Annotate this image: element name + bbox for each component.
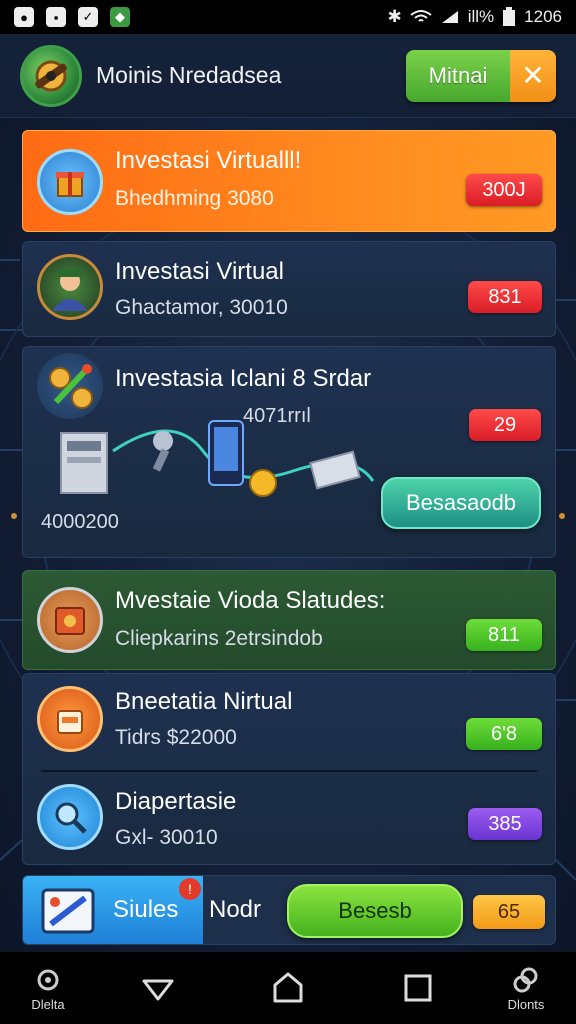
nav-right-label: Dlonts: [507, 996, 545, 1012]
game-notification-icon: ◆: [110, 7, 130, 27]
tools-icon: [41, 888, 95, 934]
mitnai-button-group: Mitnai ✕: [406, 49, 556, 102]
notification-badge: !: [179, 878, 201, 900]
magnifier-icon: [37, 784, 103, 850]
bottom-action-bar: Siules ! Nodr Besesb 65: [22, 875, 556, 945]
logo-coin-icon: [35, 60, 67, 91]
card-title: Investasi Virtualll!: [115, 147, 302, 174]
coins-icon: [37, 353, 103, 419]
signal-icon: [441, 11, 458, 23]
card-left-value: 4000200: [41, 511, 119, 533]
battery-percent: ill%: [467, 7, 495, 26]
nodr-label: Nodr: [209, 896, 262, 923]
card-title: Bneetatia Nirtual: [115, 688, 293, 715]
bottom-badge: 65: [473, 895, 545, 929]
recents-button[interactable]: [396, 952, 440, 1024]
card-title: Diapertasie: [115, 788, 237, 815]
investment-card-5[interactable]: Bneetatia Nirtual Tidrs $22000 6ʹ8 Diape…: [22, 673, 556, 865]
card-badge: 300J: [466, 174, 542, 206]
card-badge: 811: [466, 619, 542, 651]
card-subtitle: Tidrs $22000: [115, 726, 237, 749]
gift-box-icon: [37, 149, 103, 215]
recents-square-icon: [404, 974, 432, 1002]
app-logo[interactable]: [20, 44, 82, 107]
card-subtitle: Gxl- 30010: [115, 826, 218, 849]
close-button[interactable]: ✕: [510, 49, 556, 102]
wallet-icon: [37, 587, 103, 653]
siules-tab[interactable]: Siules !: [23, 876, 203, 944]
card-badge: 29: [469, 409, 541, 441]
app-notification-icon: ●: [14, 7, 34, 27]
battery-icon: [503, 7, 516, 26]
check-notification-icon: ✓: [78, 7, 98, 27]
investment-card-1[interactable]: Investasi Virtualll! Bhedhming 3080 300J: [22, 130, 556, 232]
link-icon: [513, 967, 538, 992]
clock: 1206: [524, 7, 562, 26]
shop-icon: [37, 686, 103, 752]
besesb-button[interactable]: Besesb: [287, 884, 463, 938]
investment-card-3[interactable]: Investasia Iclani 8 Srdar 4071rrıl 29 40…: [22, 346, 556, 558]
card-subtitle: Ghactamor, 30010: [115, 296, 288, 319]
nav-left-label: Dlelta: [31, 996, 65, 1012]
card-badge: 385: [468, 808, 542, 840]
card-divider: [41, 770, 537, 772]
card-subtitle: Bhedhming 3080: [115, 187, 274, 210]
system-nav-bar: Dlelta Dlonts: [0, 952, 576, 1024]
home-icon: [273, 972, 303, 1003]
besasaodb-button[interactable]: Besasaodb: [381, 477, 541, 529]
header-title: Moinis Nredadsea: [96, 62, 282, 88]
home-button[interactable]: [266, 952, 310, 1024]
gear-icon: [37, 969, 59, 990]
card-badge: 831: [468, 281, 542, 313]
mitnai-button[interactable]: Mitnai: [406, 49, 510, 102]
investment-card-4[interactable]: Mvestaie Vioda Slatudes: Cliepkarins 2et…: [22, 570, 556, 670]
avatar-icon: [37, 254, 103, 320]
nav-right[interactable]: Dlonts: [496, 952, 556, 1024]
siules-label: Siules: [113, 896, 179, 923]
nav-left[interactable]: Dlelta: [18, 952, 78, 1024]
card-title: Investasia Iclani 8 Srdar: [115, 365, 372, 392]
card-title: Investasi Virtual: [115, 258, 284, 285]
back-button[interactable]: [136, 952, 180, 1024]
wifi-icon: [410, 10, 432, 22]
bluetooth-icon: ✱: [387, 7, 402, 26]
investment-flow-illustration: [60, 420, 375, 497]
image-notification-icon: ▪: [46, 7, 66, 27]
card-title: Mvestaie Vioda Slatudes:: [115, 587, 386, 614]
back-triangle-icon: [142, 979, 174, 1001]
card-subtitle: Cliepkarins 2etrsindob: [115, 627, 323, 650]
status-bar: ● ▪ ✓ ◆ ✱ ill% 1206: [0, 0, 576, 34]
card-badge: 6ʹ8: [466, 718, 542, 750]
investment-card-2[interactable]: Investasi Virtual Ghactamor, 30010 831: [22, 241, 556, 337]
app-header: Moinis Nredadsea Mitnai ✕: [0, 34, 576, 118]
